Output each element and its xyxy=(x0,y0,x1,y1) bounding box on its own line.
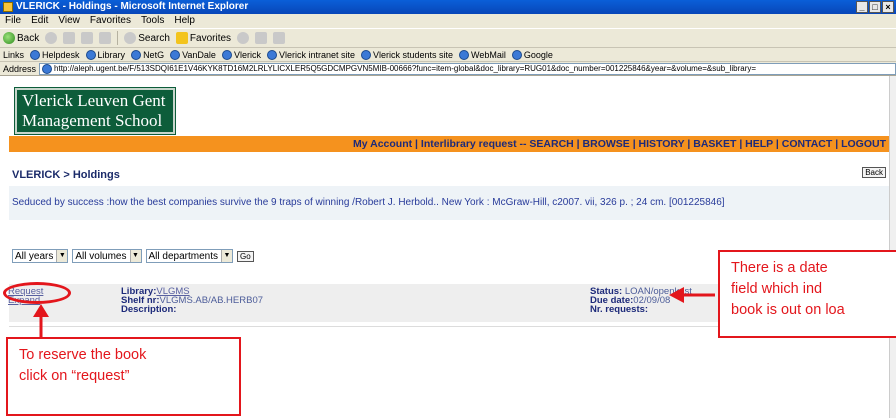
back-nav-button[interactable]: Back xyxy=(3,32,39,44)
ie-page-icon xyxy=(459,49,470,60)
menu-favorites[interactable]: Favorites xyxy=(90,14,131,28)
address-bar: Address http://aleph.ugent.be/F/513SDQI6… xyxy=(0,62,896,76)
due-date-callout-line-3: book is out on loa xyxy=(731,302,845,318)
reserve-callout-line-1: To reserve the book xyxy=(19,347,147,363)
link-vlerick-students[interactable]: Vlerick students site xyxy=(360,49,454,60)
reserve-callout: To reserve the book click on “request” xyxy=(6,337,241,416)
favorites-button[interactable]: Favorites xyxy=(175,32,232,44)
window-controls: _ □ × xyxy=(856,1,894,13)
menu-file[interactable]: File xyxy=(5,14,21,28)
link-library[interactable]: Library xyxy=(85,49,126,60)
mail-icon[interactable] xyxy=(255,32,268,44)
stop-icon[interactable] xyxy=(63,32,76,44)
link-label: Vlerick intranet site xyxy=(278,49,355,60)
links-label: Links xyxy=(3,49,25,60)
back-button[interactable]: Back xyxy=(862,167,886,178)
print-icon[interactable] xyxy=(273,32,286,44)
close-button[interactable]: × xyxy=(882,1,894,13)
forward-arrow-icon[interactable] xyxy=(45,32,58,44)
due-date-callout-line-1: There is a date xyxy=(731,260,828,276)
search-button[interactable]: Search xyxy=(124,32,170,44)
years-selected: All years xyxy=(15,250,54,262)
logo-line-2: Management School xyxy=(22,111,163,130)
volumes-select[interactable]: All volumes ▼ xyxy=(72,249,142,263)
ie-page-icon xyxy=(511,49,522,60)
refresh-icon[interactable] xyxy=(81,32,94,44)
link-webmail[interactable]: WebMail xyxy=(459,49,506,60)
years-select[interactable]: All years ▼ xyxy=(12,249,69,263)
link-label: Helpdesk xyxy=(42,49,80,60)
ie-page-icon xyxy=(221,49,232,60)
volumes-selected: All volumes xyxy=(75,250,127,262)
link-label: VanDale xyxy=(182,49,216,60)
dropdown-arrow-icon: ▼ xyxy=(129,250,141,262)
ie-page-icon xyxy=(131,49,142,60)
address-input[interactable]: http://aleph.ugent.be/F/513SDQI61E1V46KY… xyxy=(39,62,896,75)
link-label: Vlerick xyxy=(233,49,261,60)
toolbar-divider xyxy=(117,31,119,45)
maximize-button[interactable]: □ xyxy=(869,1,881,13)
link-label: WebMail xyxy=(471,49,506,60)
dropdown-arrow-icon: ▼ xyxy=(56,250,68,262)
bibliographic-record: Seduced by success :how the best compani… xyxy=(9,186,889,220)
search-icon xyxy=(124,32,137,44)
breadcrumb: VLERICK > Holdings xyxy=(12,169,120,181)
browser-toolbar: Back Search Favorites xyxy=(0,28,896,48)
go-button[interactable]: Go xyxy=(236,250,254,262)
minimize-button[interactable]: _ xyxy=(856,1,868,13)
menu-edit[interactable]: Edit xyxy=(31,14,48,28)
ie-page-icon xyxy=(42,63,53,74)
window-titlebar: VLERICK - Holdings - Microsoft Internet … xyxy=(0,0,896,14)
ie-page-icon xyxy=(30,49,41,60)
back-arrow-icon xyxy=(3,32,15,44)
dropdown-arrow-icon: ▼ xyxy=(220,250,232,262)
ie-page-icon xyxy=(266,49,277,60)
link-label: Library xyxy=(97,49,126,60)
address-label: Address xyxy=(3,63,37,74)
top-navigation[interactable]: My Account | Interlibrary request -- SEA… xyxy=(9,136,889,152)
menu-bar: File Edit View Favorites Tools Help xyxy=(0,14,896,28)
menu-help[interactable]: Help xyxy=(174,14,195,28)
ie-page-icon xyxy=(360,49,371,60)
ie-page-icon xyxy=(85,49,96,60)
link-vlerick-intranet[interactable]: Vlerick intranet site xyxy=(266,49,355,60)
requests-label: Nr. requests: xyxy=(590,304,649,315)
ie-page-icon xyxy=(170,49,181,60)
departments-select[interactable]: All departments ▼ xyxy=(145,249,233,263)
window-title: VLERICK - Holdings - Microsoft Internet … xyxy=(16,1,249,12)
link-label: Google xyxy=(523,49,553,60)
departments-selected: All departments xyxy=(148,250,218,262)
request-highlight-ellipse xyxy=(3,282,71,304)
vlerick-logo[interactable]: Vlerick Leuven Gent Management School xyxy=(14,87,176,135)
search-label: Search xyxy=(138,32,170,44)
ie-app-icon xyxy=(3,2,13,12)
favorites-label: Favorites xyxy=(189,32,232,44)
history-icon[interactable] xyxy=(237,32,250,44)
home-icon[interactable] xyxy=(99,32,112,44)
menu-view[interactable]: View xyxy=(58,14,80,28)
due-date-callout-line-2: field which ind xyxy=(731,281,823,297)
link-vlerick[interactable]: Vlerick xyxy=(221,49,261,60)
link-google[interactable]: Google xyxy=(511,49,553,60)
description-label: Description: xyxy=(121,304,177,315)
back-nav-label: Back xyxy=(17,32,40,44)
link-helpdesk[interactable]: Helpdesk xyxy=(30,49,80,60)
links-bar: Links Helpdesk Library NetG VanDale Vler… xyxy=(0,48,896,62)
link-label: NetG xyxy=(143,49,165,60)
page-scrollbar[interactable] xyxy=(889,76,896,418)
reserve-callout-line-2: click on “request” xyxy=(19,368,130,384)
holding-filters: All years ▼ All volumes ▼ All departments ▼… xyxy=(12,249,254,263)
link-vandale[interactable]: VanDale xyxy=(170,49,216,60)
menu-tools[interactable]: Tools xyxy=(141,14,164,28)
link-label: Vlerick students site xyxy=(372,49,454,60)
favorites-star-icon xyxy=(175,32,188,44)
due-date-callout: There is a date field which ind book is … xyxy=(718,250,896,338)
link-netg[interactable]: NetG xyxy=(131,49,165,60)
logo-line-1: Vlerick Leuven Gent xyxy=(22,91,166,110)
address-url: http://aleph.ugent.be/F/513SDQI61E1V46KY… xyxy=(54,64,757,73)
